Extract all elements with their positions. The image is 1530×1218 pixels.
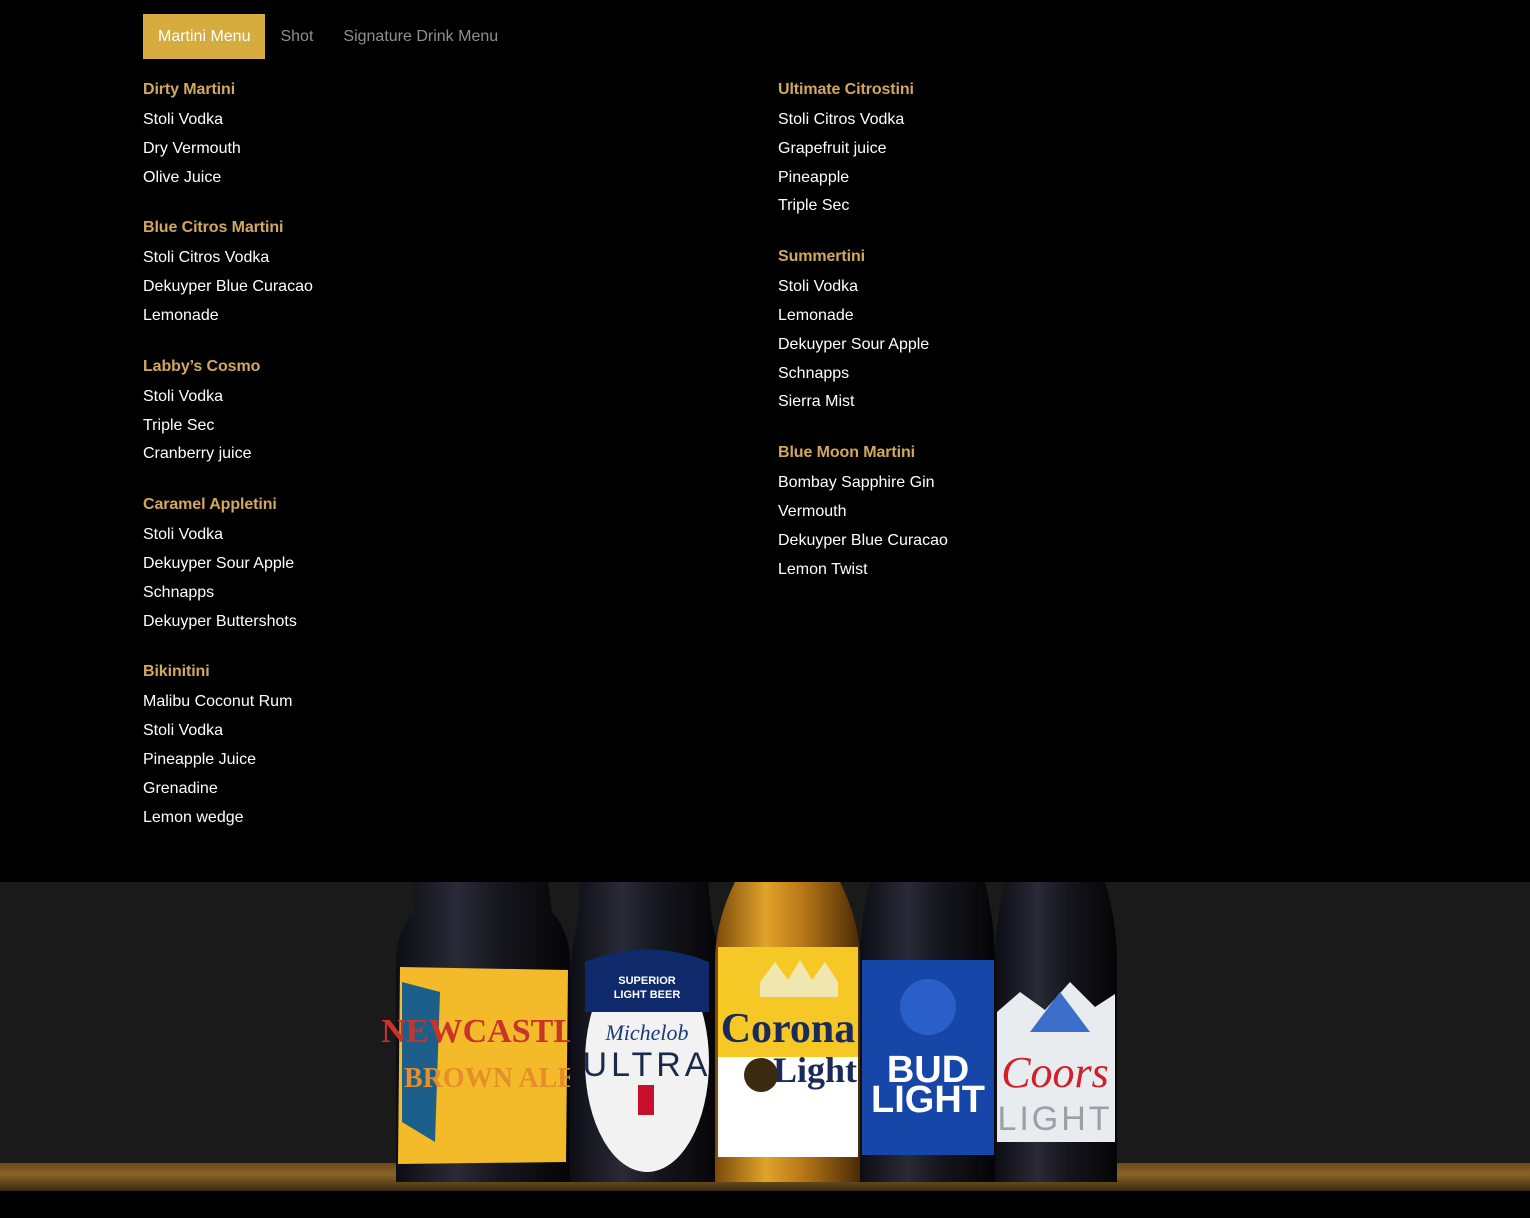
- bottle-corona-light: Corona Light: [715, 882, 860, 1182]
- bottle-label-corona: Corona: [721, 1006, 856, 1052]
- ingredient: Dekuyper Sour Apple: [143, 554, 295, 572]
- drink-title: Ultimate Citrostini: [778, 81, 914, 98]
- drink-item: Bikinitini Malibu Coconut Rum Stoli Vodk…: [143, 660, 703, 832]
- ingredient: Dry Vermouth: [143, 139, 241, 157]
- martini-column-left: Dirty Martini Stoli Vodka Dry Vermouth O…: [143, 78, 703, 856]
- drink-item: Ultimate Citrostini Stoli Citros Vodka G…: [778, 78, 1338, 221]
- bottle-label-corona-light: Light: [773, 1050, 857, 1090]
- ingredient: Pineapple Juice: [143, 750, 256, 768]
- bottle-newcastle: NEWCASTLE BROWN ALE: [381, 882, 599, 1182]
- ingredient: Dekuyper Buttershots: [143, 612, 297, 630]
- drink-item: Dirty Martini Stoli Vodka Dry Vermouth O…: [143, 78, 703, 192]
- drink-title: Summertini: [778, 248, 866, 266]
- drink-title: Dirty Martini: [143, 81, 236, 98]
- tab-martini-menu[interactable]: Martini Menu: [143, 14, 266, 59]
- beer-bottles-illustration: NEWCASTLE BROWN ALE SUPERIOR LIGHT BEER …: [381, 882, 1117, 1182]
- bottle-label-brown-ale: BROWN ALE: [404, 1063, 576, 1094]
- drink-title: Caramel Appletini: [143, 496, 277, 514]
- bottle-label-newcastle: NEWCASTLE: [381, 1013, 598, 1050]
- bottle-bud-light: BUD LIGHT: [860, 882, 995, 1182]
- ingredient: Dekuyper Sour Apple: [778, 335, 930, 353]
- ingredient: Pineapple: [778, 168, 850, 186]
- ingredient: Stoli Vodka: [143, 111, 224, 128]
- beer-bottles-image: NEWCASTLE BROWN ALE SUPERIOR LIGHT BEER …: [0, 882, 1530, 1191]
- ingredient: Malibu Coconut Rum: [143, 693, 293, 711]
- ingredient: Grenadine: [143, 779, 218, 797]
- drink-item: Caramel Appletini Stoli Vodka Dekuyper S…: [143, 493, 703, 636]
- ingredient: Vermouth: [778, 502, 847, 520]
- bottle-michelob-ultra: SUPERIOR LIGHT BEER Michelob ULTRA: [570, 882, 720, 1182]
- bottle-label-ultra: ULTRA: [583, 1046, 712, 1084]
- ingredient: Stoli Citros Vodka: [143, 249, 270, 267]
- ingredient: Lemonade: [778, 306, 854, 324]
- ingredient: Bombay Sapphire Gin: [778, 474, 935, 492]
- ingredient: Olive Juice: [143, 168, 222, 186]
- drink-title: Blue Moon Martini: [778, 444, 915, 462]
- bottle-label-bud-light: LIGHT: [871, 1079, 985, 1121]
- ingredient: Sierra Mist: [778, 393, 855, 411]
- ingredient: Stoli Vodka: [143, 526, 224, 544]
- bottle-label-superior: SUPERIOR: [618, 975, 676, 987]
- ingredient: Stoli Vodka: [143, 387, 224, 405]
- ingredient: Stoli Vodka: [778, 278, 859, 296]
- ingredient: Grapefruit juice: [778, 139, 887, 157]
- ingredient: Lemonade: [143, 306, 219, 324]
- ingredient: Cranberry juice: [143, 445, 252, 463]
- ingredient: Triple Sec: [143, 416, 215, 434]
- ingredient: Stoli Vodka: [143, 722, 224, 740]
- footer-strip: [0, 1191, 1530, 1218]
- bottle-coors-light: Coors LIGHT: [995, 882, 1117, 1182]
- drink-title: Labby’s Cosmo: [143, 357, 261, 375]
- drink-item: Labby’s Cosmo Stoli Vodka Triple Sec Cra…: [143, 355, 703, 469]
- menu-tabs: Martini Menu Shot Signature Drink Menu: [143, 14, 513, 59]
- drink-title: Blue Citros Martini: [143, 219, 284, 237]
- ingredient: Dekuyper Blue Curacao: [143, 278, 313, 296]
- bottle-label-light-beer: LIGHT BEER: [614, 989, 681, 1001]
- bottle-label-coors: Coors: [1001, 1048, 1109, 1097]
- ingredient: Lemon wedge: [143, 808, 244, 826]
- ingredient: Schnapps: [143, 583, 215, 601]
- bottle-label-michelob: Michelob: [604, 1020, 688, 1045]
- drink-item: Blue Citros Martini Stoli Citros Vodka D…: [143, 216, 703, 330]
- ingredient: Schnapps: [778, 364, 850, 382]
- drink-item: Blue Moon Martini Bombay Sapphire Gin Ve…: [778, 441, 1338, 584]
- ingredient: Triple Sec: [778, 197, 850, 215]
- ingredient: Lemon Twist: [778, 560, 868, 578]
- drink-title: Bikinitini: [143, 663, 210, 681]
- bottle-label-coors-light: LIGHT: [997, 1100, 1112, 1138]
- drink-item: Summertini Stoli Vodka Lemonade Dekuyper…: [778, 245, 1338, 417]
- tab-shot[interactable]: Shot: [265, 14, 328, 59]
- martini-column-right: Ultimate Citrostini Stoli Citros Vodka G…: [778, 78, 1338, 608]
- ingredient: Dekuyper Blue Curacao: [778, 531, 948, 549]
- ingredient: Stoli Citros Vodka: [778, 111, 905, 128]
- tab-signature-drink-menu[interactable]: Signature Drink Menu: [328, 14, 513, 59]
